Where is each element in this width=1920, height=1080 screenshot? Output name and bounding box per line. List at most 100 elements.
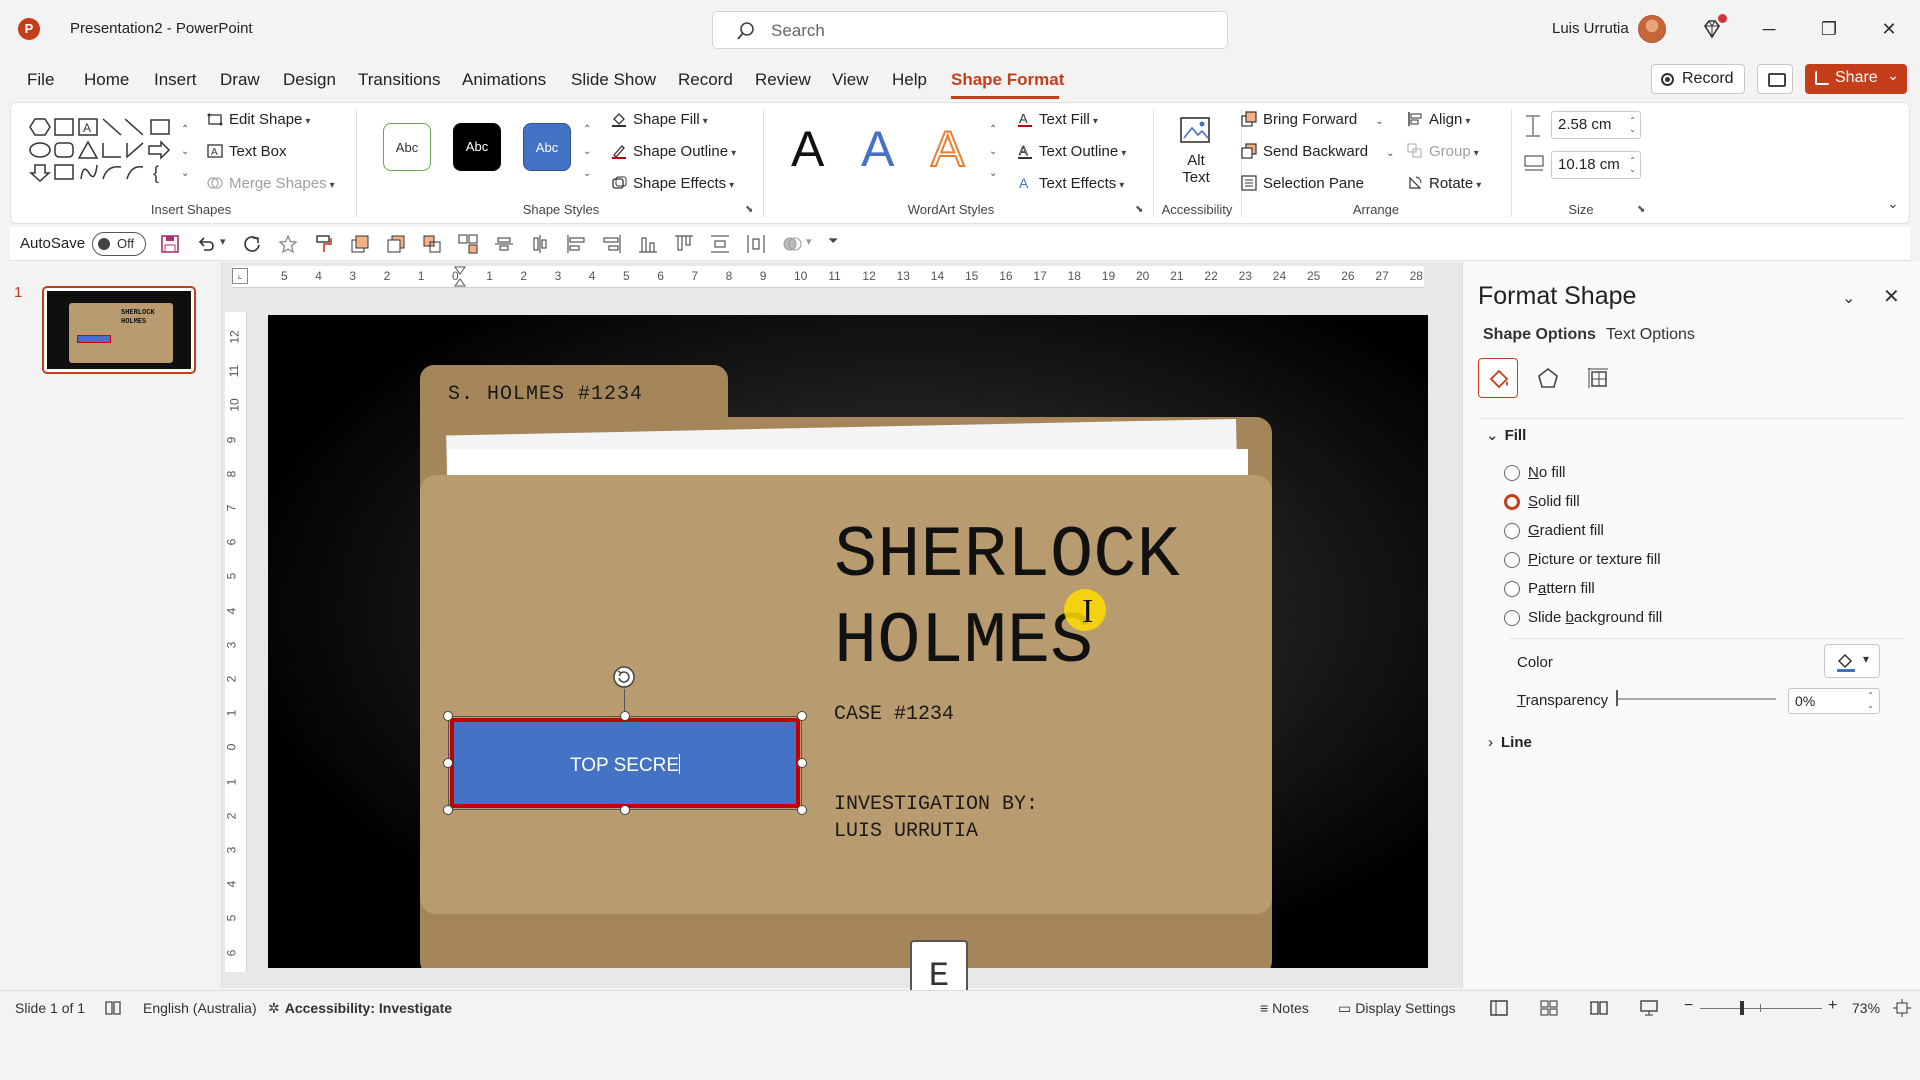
shape-styles-scroll[interactable]: ⌃ ⌄ ⌄ (583, 119, 591, 185)
redo-icon[interactable] (242, 234, 262, 254)
merge-shapes-icon[interactable] (782, 234, 802, 254)
transparency-input[interactable]: 0% ⌃ ⌄ (1788, 688, 1880, 714)
normal-view-icon[interactable] (1490, 1000, 1508, 1016)
edit-shape-button[interactable]: Edit Shape ▾ (207, 111, 310, 128)
bring-to-front-icon[interactable] (350, 234, 370, 254)
tab-shape-format[interactable]: Shape Format (951, 70, 1064, 90)
horizontal-ruler[interactable]: ⌞ 5 4 3 2 1 0 1 2 3 4 5 6 7 8 9 10 11 12 13 14 15 16 17 18 19 20 2… (232, 266, 1424, 288)
distribute-horizontally-icon[interactable] (746, 234, 766, 254)
transparency-spinner[interactable]: ⌃ ⌄ (1867, 691, 1874, 711)
alt-text-button[interactable]: Alt Text (1163, 109, 1229, 195)
ribbon-collapse-icon[interactable]: ⌄ (1887, 195, 1899, 212)
zoom-slider-knob[interactable] (1740, 1001, 1744, 1015)
tab-file[interactable]: File (27, 70, 54, 90)
title-line-2[interactable]: HOLMES (834, 601, 1093, 683)
save-icon[interactable] (160, 234, 180, 254)
resize-handle-right[interactable] (797, 758, 807, 768)
group-button[interactable]: Group ▾ (1407, 143, 1479, 160)
fit-to-window-icon[interactable] (1893, 999, 1911, 1017)
notes-button[interactable]: ≡ Notes (1260, 1000, 1309, 1016)
tab-transitions[interactable]: Transitions (358, 70, 441, 90)
text-fill-button[interactable]: A Text Fill ▾ (1017, 111, 1098, 128)
slider-knob[interactable] (1616, 690, 1618, 706)
slide-sorter-icon[interactable] (1540, 1000, 1558, 1016)
chevron-down-icon[interactable]: ⌄ (1887, 67, 1899, 84)
fill-line-tab[interactable] (1478, 358, 1518, 398)
distribute-vertically-icon[interactable] (710, 234, 730, 254)
line-section-toggle[interactable]: › Line (1488, 734, 1532, 751)
shape-fill-button[interactable]: Shape Fill ▾ (611, 111, 708, 128)
format-painter-icon[interactable] (314, 234, 334, 254)
accessibility-indicator[interactable]: ✲ Accessibility: Investigate (268, 1000, 452, 1017)
undo-dropdown-icon[interactable]: ▾ (220, 235, 226, 248)
shape-height-input[interactable]: 2.58 cm ⌃ ⌄ (1551, 111, 1641, 139)
resize-handle-top-left[interactable] (443, 711, 453, 721)
dialog-launcher-icon[interactable]: ⬊ (1135, 204, 1143, 215)
star-icon[interactable] (278, 234, 298, 254)
tab-design[interactable]: Design (283, 70, 336, 90)
radio-button[interactable] (1504, 552, 1520, 568)
align-left-icon[interactable] (566, 234, 586, 254)
tab-draw[interactable]: Draw (220, 70, 260, 90)
tab-animations[interactable]: Animations (462, 70, 546, 90)
width-spinner[interactable]: ⌃ ⌄ (1629, 156, 1636, 174)
tab-text-options[interactable]: Text Options (1606, 326, 1695, 344)
shapes-scroll[interactable]: ⌃ ⌄ ⌄ (181, 119, 189, 185)
tab-insert[interactable]: Insert (154, 70, 197, 90)
radio-button[interactable] (1504, 523, 1520, 539)
resize-handle-top[interactable] (620, 711, 630, 721)
zoom-slider[interactable] (1700, 1008, 1822, 1009)
text-effects-button[interactable]: A Text Effects ▾ (1017, 175, 1124, 192)
shapes-gallery[interactable]: A { (27, 117, 187, 183)
tab-shape-options[interactable]: Shape Options (1483, 326, 1596, 344)
radio-button[interactable] (1504, 610, 1520, 626)
wordart-style-1[interactable]: A (791, 120, 824, 178)
zoom-out-icon[interactable]: − (1684, 997, 1693, 1015)
zoom-level[interactable]: 73% (1852, 1000, 1880, 1016)
align-center-icon[interactable] (530, 234, 550, 254)
shape-outline-button[interactable]: Shape Outline ▾ (611, 143, 736, 160)
search-box[interactable]: Search (712, 11, 1228, 49)
align-bottom-icon[interactable] (638, 234, 658, 254)
tab-stop-icon[interactable]: ⌞ (232, 268, 248, 284)
bring-forward-button[interactable]: Bring Forward ⌄ (1241, 111, 1384, 128)
record-button[interactable]: Record (1651, 64, 1745, 94)
height-spinner[interactable]: ⌃ ⌄ (1629, 116, 1636, 134)
share-button[interactable]: Share ⌄ (1805, 64, 1907, 94)
resize-handle-bottom-left[interactable] (443, 805, 453, 815)
tab-view[interactable]: View (832, 70, 869, 90)
wordart-style-3[interactable]: A (930, 120, 965, 178)
autosave-toggle[interactable]: Off (92, 232, 146, 256)
size-properties-tab[interactable] (1578, 358, 1618, 398)
pane-options-chevron-icon[interactable]: ⌄ (1842, 288, 1855, 308)
slide-canvas[interactable]: S. HOLMES #1234 SHERLOCK HOLMES CASE #12… (268, 315, 1428, 968)
merge-dropdown-icon[interactable]: ▾ (806, 235, 812, 248)
avatar[interactable] (1638, 15, 1666, 43)
user-name[interactable]: Luis Urrutia (1552, 20, 1629, 37)
dialog-launcher-icon[interactable]: ⬊ (745, 204, 753, 215)
title-line-1[interactable]: SHERLOCK (834, 515, 1180, 597)
case-number[interactable]: CASE #1234 (834, 703, 954, 726)
wordart-scroll[interactable]: ⌃ ⌄ ⌄ (989, 119, 997, 185)
folder-tab-label[interactable]: S. HOLMES #1234 (448, 383, 643, 406)
send-to-back-icon[interactable] (386, 234, 406, 254)
radio-button[interactable] (1504, 465, 1520, 481)
shape-style-preset-3[interactable]: Abc (523, 123, 571, 171)
slide-indicator[interactable]: Slide 1 of 1 (15, 1000, 85, 1016)
close-button[interactable]: ✕ (1866, 12, 1912, 46)
shape-style-preset-2[interactable]: Abc (453, 123, 501, 171)
layer-order-icon[interactable] (422, 234, 442, 254)
align-top-icon[interactable] (674, 234, 694, 254)
minimize-button[interactable]: ─ (1746, 12, 1792, 46)
dialog-launcher-icon[interactable]: ⬊ (1637, 204, 1645, 215)
vertical-ruler[interactable]: 12 11 10 9 8 7 6 5 4 3 2 1 0 1 2 3 4 5 6 (224, 312, 247, 972)
radio-button[interactable] (1504, 581, 1520, 597)
comments-button[interactable] (1757, 64, 1793, 94)
text-outline-button[interactable]: A Text Outline ▾ (1017, 143, 1126, 160)
align-middle-icon[interactable] (494, 234, 514, 254)
zoom-in-icon[interactable]: + (1828, 997, 1837, 1015)
transparency-slider[interactable] (1616, 698, 1776, 700)
slide-show-icon[interactable] (1640, 1000, 1658, 1016)
merge-shapes-button[interactable]: Merge Shapes ▾ (207, 175, 335, 192)
text-box-button[interactable]: A Text Box (207, 143, 287, 160)
